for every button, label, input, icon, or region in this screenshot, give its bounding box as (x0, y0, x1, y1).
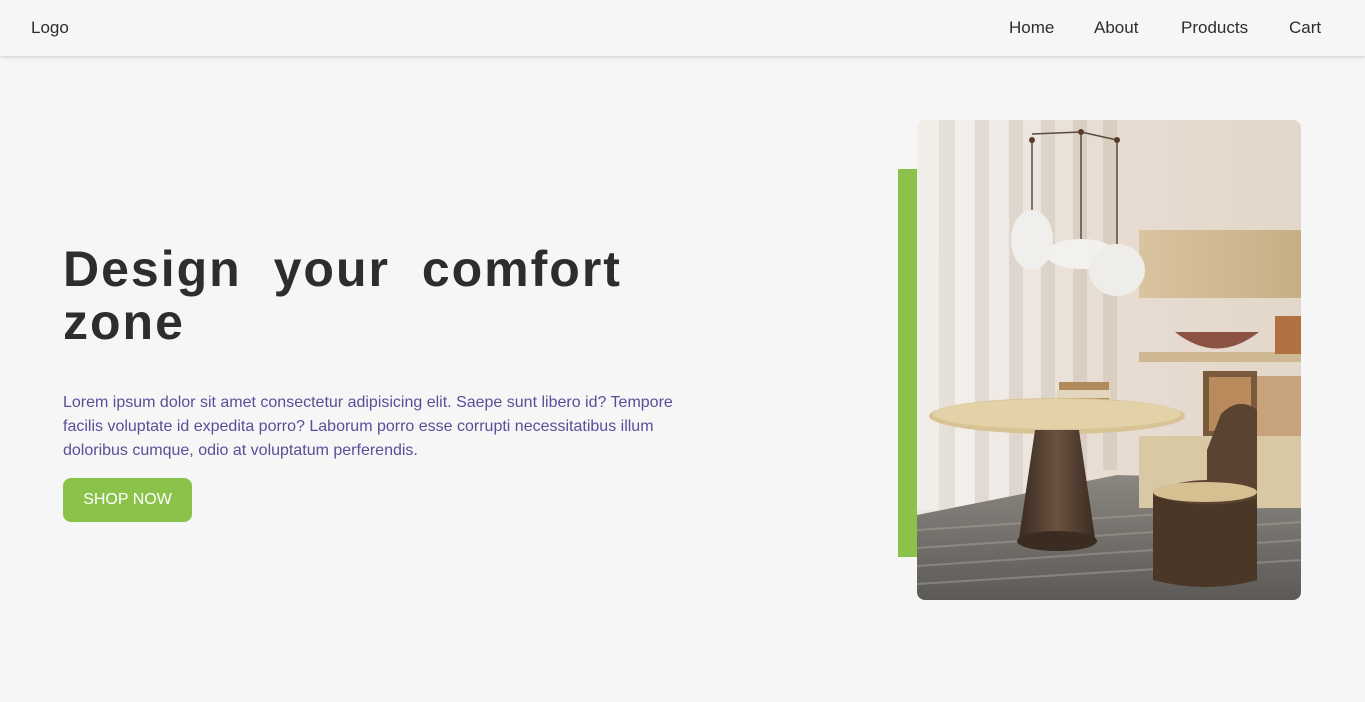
interior-dining-room-image (917, 120, 1301, 600)
nav-link-home[interactable]: Home (1009, 18, 1054, 38)
nav-link-about[interactable]: About (1094, 18, 1138, 38)
shop-now-button[interactable]: SHOP NOW (63, 478, 192, 522)
hero-description: Lorem ipsum dolor sit amet consectetur a… (63, 394, 673, 459)
navbar: Logo Home About Products Cart (0, 0, 1365, 56)
logo[interactable]: Logo (31, 18, 69, 38)
nav-link-cart[interactable]: Cart (1289, 18, 1321, 38)
accent-bar (898, 169, 917, 557)
nav-link-products[interactable]: Products (1181, 18, 1248, 38)
hero-title: Design your comfort zone (63, 241, 622, 350)
